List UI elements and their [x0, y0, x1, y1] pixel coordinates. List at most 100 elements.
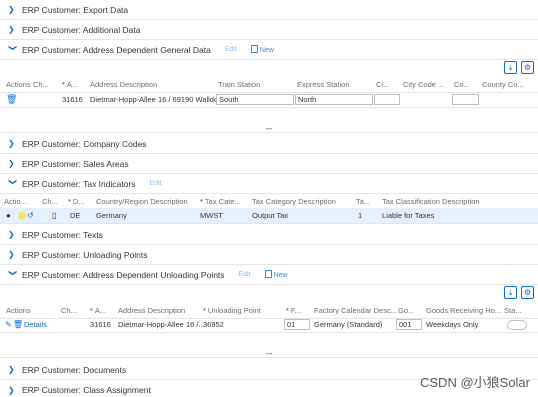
- chevron-down-icon: ❯: [8, 44, 18, 52]
- cell-a: 31616: [90, 320, 111, 329]
- highlight-icon[interactable]: [18, 212, 26, 220]
- section-title: ERP Customer: Address Dependent General …: [22, 44, 211, 55]
- cell-express: North: [298, 95, 317, 104]
- section-title: ERP Customer: Additional Data: [22, 24, 141, 35]
- section-title: ERP Customer: Unloading Points: [22, 249, 148, 260]
- col-express: Express Station: [297, 80, 350, 89]
- settings-icon[interactable]: ⚙: [521, 61, 534, 74]
- status-toggle[interactable]: [507, 320, 527, 330]
- delete-icon[interactable]: 🗑: [13, 320, 23, 329]
- col-actions: Actio...: [4, 197, 27, 206]
- copy-icon[interactable]: ▯: [52, 211, 56, 220]
- new-icon: [250, 45, 258, 53]
- section-addr-unloading[interactable]: ❯ ERP Customer: Address Dependent Unload…: [0, 265, 538, 285]
- section-title: ERP Customer: Sales Areas: [22, 158, 129, 169]
- new-icon: [264, 270, 272, 278]
- cell-f: 01: [287, 320, 296, 329]
- chevron-right-icon: ❯: [8, 159, 15, 168]
- cell-country: Germany: [96, 211, 127, 220]
- edit-link[interactable]: Edit: [225, 46, 237, 53]
- cell-unloading: 36952: [203, 320, 224, 329]
- cell-address: Dietmar-Hopp-Allee 16 /...: [118, 320, 205, 329]
- section-title: ERP Customer: Export Data: [22, 4, 129, 15]
- col-sta: Sta...: [504, 306, 522, 315]
- section-company-codes[interactable]: ❯ ERP Customer: Company Codes: [0, 134, 538, 154]
- section-texts[interactable]: ❯ ERP Customer: Texts: [0, 225, 538, 245]
- cell-tax-cat: MWST: [200, 211, 223, 220]
- cell-class-desc: Liable for Taxes: [382, 211, 435, 220]
- col-ta: Ta...: [356, 197, 371, 206]
- section-title: ERP Customer: Address Dependent Unloadin…: [22, 269, 225, 280]
- col-ch: Ch...: [61, 306, 77, 315]
- col-co: Co...: [454, 80, 470, 89]
- chevron-down-icon: ❯: [8, 178, 18, 186]
- col-actions: Actions: [6, 306, 31, 315]
- col-county: County Co...: [482, 80, 524, 89]
- export-icon[interactable]: ⤓: [504, 286, 517, 299]
- col-address: Address Description: [118, 306, 186, 315]
- details-link[interactable]: Details: [24, 320, 47, 329]
- section-title: ERP Customer: Texts: [22, 229, 103, 240]
- cell-d: DE: [70, 211, 81, 220]
- chevron-right-icon: ❯: [8, 230, 15, 239]
- col-goods: Goods Receiving Ho...: [426, 306, 502, 315]
- table-row[interactable]: ● ↺ ▯ DE Germany MWST Output Tax 1 Liabl…: [0, 208, 538, 224]
- col-unloading: * Unloading Point: [203, 306, 261, 315]
- section-title: ERP Customer: Class Assignment: [22, 385, 151, 395]
- edit-link[interactable]: Edit: [150, 180, 162, 187]
- col-train: Train Station: [218, 80, 261, 89]
- cell-ta: 1: [358, 211, 363, 220]
- new-label: New: [259, 47, 274, 54]
- addr-general-header: Actions Ch... * A... Address Description …: [0, 77, 538, 93]
- col-country: Country/Region Description: [96, 197, 188, 206]
- undo-icon[interactable]: ↺: [27, 211, 34, 220]
- table-resizer[interactable]: •••: [0, 127, 538, 133]
- chevron-right-icon: ❯: [8, 365, 15, 374]
- table-row[interactable]: ✎ 🗑 Details 31616 Dietmar-Hopp-Allee 16 …: [0, 317, 538, 333]
- col-d: * D...: [68, 197, 85, 206]
- watermark: CSDN @小狼Solar: [420, 375, 530, 390]
- chevron-right-icon: ❯: [8, 5, 15, 14]
- col-address: Address Description: [90, 80, 158, 89]
- table-resizer[interactable]: •••: [0, 352, 538, 358]
- col-actions: Actions: [6, 80, 31, 89]
- cell-go: 001: [399, 320, 412, 329]
- section-sales-areas[interactable]: ❯ ERP Customer: Sales Areas: [0, 154, 538, 174]
- cell-factory: Germany (Standard): [314, 320, 383, 329]
- edit-link[interactable]: Edit: [239, 271, 251, 278]
- section-additional-data[interactable]: ❯ ERP Customer: Additional Data: [0, 20, 538, 40]
- export-icon[interactable]: ⤓: [504, 61, 517, 74]
- co-input[interactable]: [452, 94, 479, 105]
- section-addr-general[interactable]: ❯ ERP Customer: Address Dependent Genera…: [0, 40, 538, 60]
- section-export-data[interactable]: ❯ ERP Customer: Export Data: [0, 0, 538, 20]
- addr-general-toolbar: ⤓ ⚙: [0, 60, 538, 76]
- settings-icon[interactable]: ⚙: [521, 286, 534, 299]
- col-ch: Ch...: [42, 197, 58, 206]
- edit-icon[interactable]: ✎: [5, 320, 12, 329]
- new-link[interactable]: New: [250, 45, 274, 54]
- cell-train: South: [219, 95, 239, 104]
- row-selector-icon[interactable]: ●: [6, 211, 11, 220]
- col-factory: Factory Calendar Desc...: [314, 306, 397, 315]
- col-tax-cat: * Tax Cate...: [200, 197, 241, 206]
- chevron-right-icon: ❯: [8, 25, 15, 34]
- delete-icon[interactable]: 🗑: [6, 94, 17, 105]
- col-a: * A...: [62, 80, 79, 89]
- table-row[interactable]: 🗑 31616 Dietmar-Hopp-Allee 16 / 69190 Wa…: [0, 92, 538, 108]
- col-class-desc: Tax Classification Description: [382, 197, 480, 206]
- ci-input[interactable]: [374, 94, 400, 105]
- section-unloading-points[interactable]: ❯ ERP Customer: Unloading Points: [0, 245, 538, 265]
- section-tax-indicators[interactable]: ❯ ERP Customer: Tax Indicators Edit: [0, 174, 538, 194]
- section-title: ERP Customer: Documents: [22, 364, 127, 375]
- chevron-right-icon: ❯: [8, 385, 15, 395]
- new-link[interactable]: New: [264, 270, 288, 279]
- new-label: New: [273, 272, 288, 279]
- cell-goods: Weekdays Only: [426, 320, 479, 329]
- section-title: ERP Customer: Tax Indicators: [22, 178, 136, 189]
- section-title: ERP Customer: Company Codes: [22, 138, 147, 149]
- col-ch: Ch...: [33, 80, 49, 89]
- chevron-right-icon: ❯: [8, 139, 15, 148]
- cell-address: Dietmar-Hopp-Allee 16 / 69190 Walldorf: [90, 95, 223, 104]
- cell-tax-desc: Output Tax: [252, 211, 289, 220]
- chevron-right-icon: ❯: [8, 250, 15, 259]
